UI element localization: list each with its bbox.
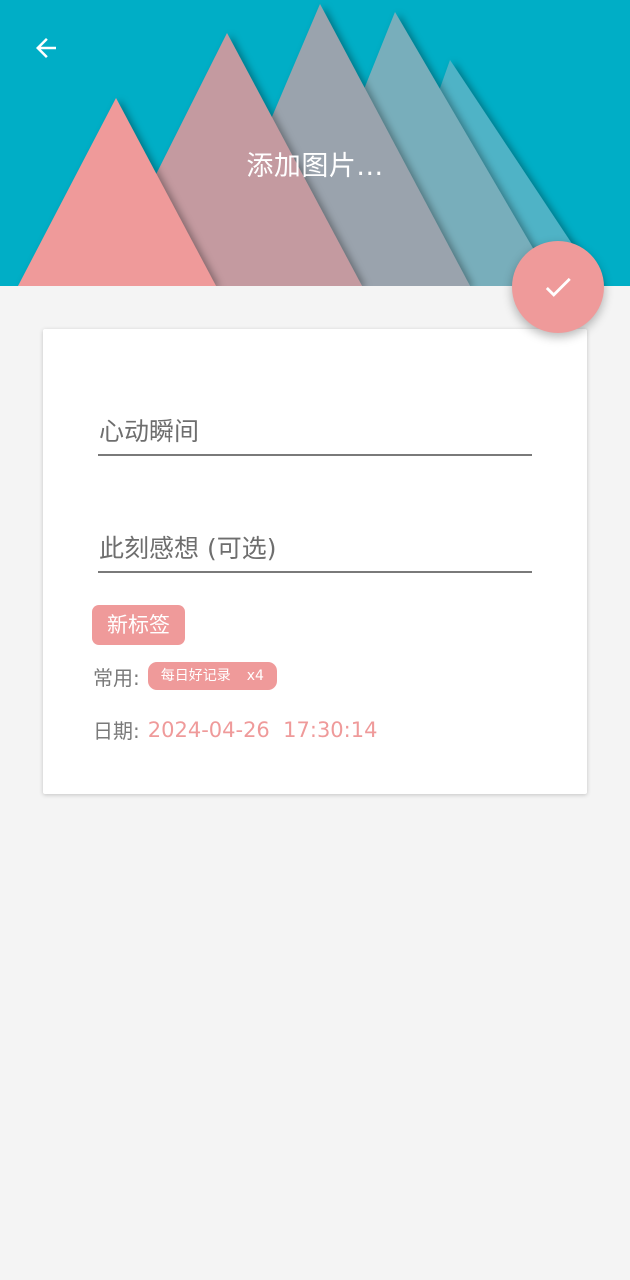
common-tags-row: 常用: 每日好记录 x4 xyxy=(93,662,277,690)
common-tags-label: 常用: xyxy=(93,665,140,690)
date-label: 日期: xyxy=(93,719,140,743)
tag-name: 每日好记录 xyxy=(160,668,231,684)
date-value[interactable]: 2024-04-26 17:30:14 xyxy=(148,718,378,742)
header-banner: 添加图片... xyxy=(0,0,630,286)
common-tag-chip[interactable]: 每日好记录 x4 xyxy=(147,662,277,690)
new-tag-button[interactable]: 新标签 xyxy=(92,605,185,645)
tag-count: x4 xyxy=(246,668,264,684)
title-field xyxy=(98,417,533,456)
add-image-button[interactable]: 添加图片... xyxy=(0,144,630,183)
thoughts-input[interactable] xyxy=(98,534,533,571)
confirm-button[interactable] xyxy=(512,241,604,333)
entry-form-card: 新标签 常用: 每日好记录 x4 日期: 2024-04-26 17:30:14 xyxy=(43,329,587,794)
date-row: 日期: 2024-04-26 17:30:14 xyxy=(93,715,377,744)
thoughts-field xyxy=(98,534,533,573)
title-input[interactable] xyxy=(98,417,533,454)
check-icon xyxy=(545,277,571,297)
back-button[interactable] xyxy=(22,24,70,72)
arrow-left-icon xyxy=(36,38,56,58)
mountains-illustration xyxy=(18,4,600,286)
